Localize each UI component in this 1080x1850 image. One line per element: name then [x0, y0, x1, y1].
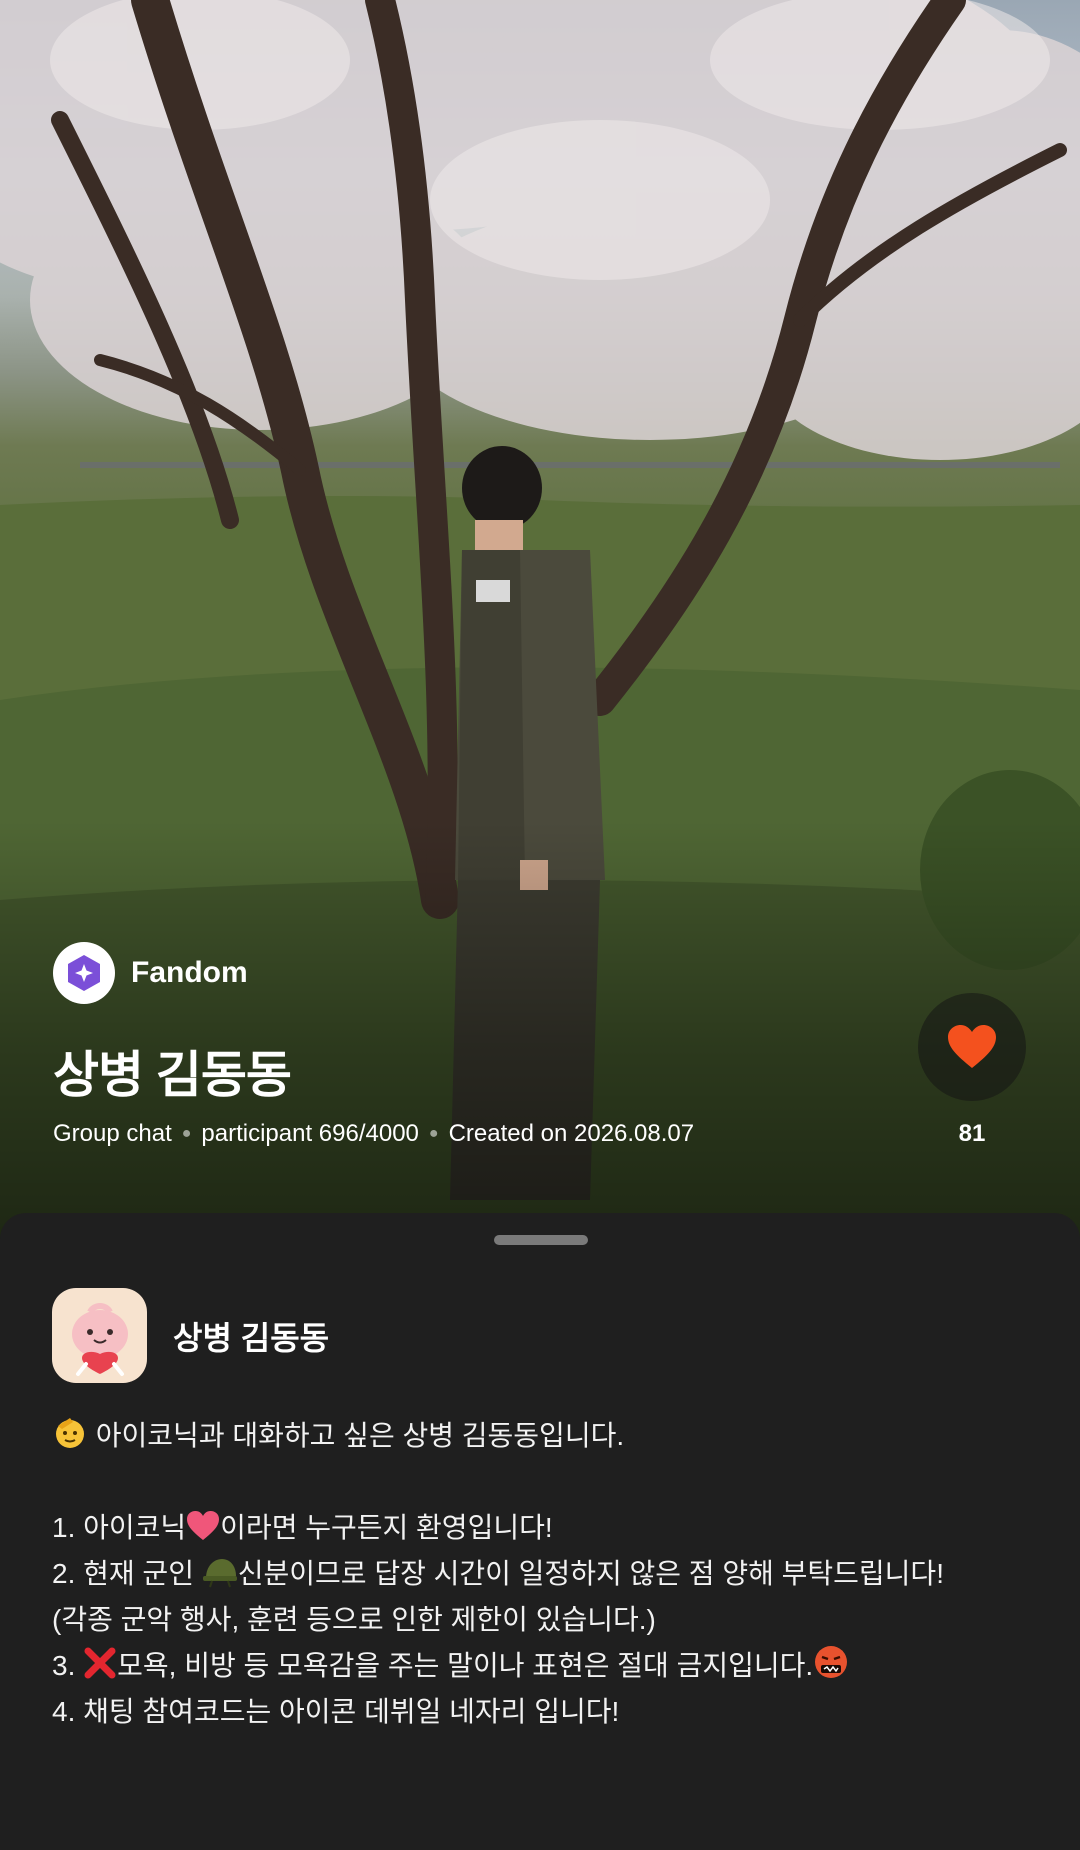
drag-handle[interactable] [494, 1235, 588, 1245]
description-rule-3: 3. 모욕, 비방 등 모욕감을 주는 말이나 표현은 절대 금지입니다. [52, 1643, 1042, 1689]
fandom-icon [53, 942, 115, 1004]
separator-dot: ● [181, 1125, 192, 1142]
participant-count: participant 696/4000 [201, 1120, 419, 1147]
hero-photo: Fandom 상병 김동동 Group chat ● participant 6… [0, 0, 1080, 1240]
description-rule-1: 1. 아이코닉 이라면 누구든지 환영입니다! [52, 1511, 553, 1543]
chat-type: Group chat [53, 1120, 172, 1147]
community-type-label: Fandom [131, 956, 248, 989]
host-name: 상병 김동동 [173, 1319, 330, 1356]
created-date: Created on 2026.08.07 [448, 1120, 695, 1147]
room-meta: Group chat ● participant 696/4000 ● Crea… [53, 1120, 694, 1148]
host-avatar[interactable] [52, 1288, 147, 1383]
description-rule-4: 4. 채팅 참여코드는 아이콘 데뷔일 네자리 입니다! [52, 1696, 620, 1727]
heart-icon [948, 1025, 996, 1068]
peach-character-icon [71, 1302, 128, 1376]
community-type: Fandom [53, 942, 248, 1004]
description-intro: 아이코닉과 대화하고 싶은 상병 김동동입니다. [52, 1413, 1042, 1459]
like-count: 81 [958, 1120, 986, 1147]
room-title: 상병 김동동 [53, 1047, 292, 1103]
hero-gradient [0, 820, 1080, 1240]
saluting-face-icon [56, 1418, 84, 1448]
like-button[interactable] [918, 993, 1026, 1101]
description-rule-2-note: (각종 군악 행사, 훈련 등으로 인한 제한이 있습니다.) [52, 1604, 656, 1635]
info-sheet: 상병 김동동 아이코닉과 대화하고 싶은 상병 김동동입니다. 1. 아이코닉 이… [0, 1213, 1080, 1850]
host-profile[interactable]: 상병 김동동 [52, 1288, 329, 1383]
pink-heart-icon [187, 1511, 220, 1540]
room-description: 아이코닉과 대화하고 싶은 상병 김동동입니다. 1. 아이코닉 이라면 누구든지… [52, 1413, 1042, 1735]
cursing-face-icon [815, 1646, 848, 1678]
cross-mark-icon [84, 1647, 116, 1679]
separator-dot: ● [428, 1125, 439, 1142]
description-rule-2: 2. 현재 군인 신분이므로 답장 시간이 일정하지 않은 점 양해 부탁드립니… [52, 1558, 944, 1589]
military-helmet-icon [202, 1559, 237, 1588]
